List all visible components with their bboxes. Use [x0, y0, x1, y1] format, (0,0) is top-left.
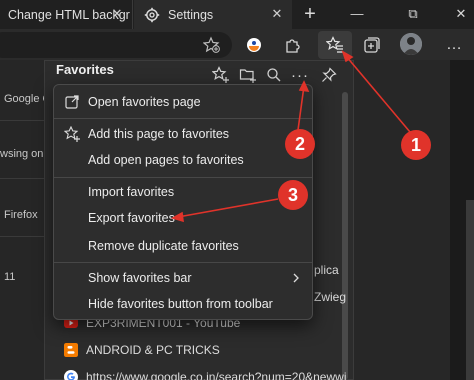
menu-item-label: Remove duplicate favorites	[88, 239, 239, 253]
list-item-label: ANDROID & PC TRICKS	[86, 343, 220, 357]
favorites-scrollbar[interactable]	[342, 92, 348, 380]
list-item[interactable]: https://www.google.co.in/search?num=20&n…	[64, 370, 347, 380]
address-bar[interactable]	[0, 32, 232, 58]
background-text: wsing on	[0, 148, 44, 160]
divider	[0, 120, 48, 121]
menu-divider	[54, 118, 312, 119]
background-text: Firefox	[4, 209, 38, 221]
divider	[0, 236, 48, 237]
restore-button[interactable]: ⧉	[404, 6, 422, 22]
menu-item-remove-duplicates[interactable]: Remove duplicate favorites	[54, 234, 312, 258]
menu-item-label: Add open pages to favorites	[88, 153, 244, 167]
menu-item-label: Add this page to favorites	[88, 127, 230, 141]
open-external-icon	[65, 95, 79, 109]
menu-item-open-favorites-page[interactable]: Open favorites page	[54, 90, 312, 114]
menu-item-add-open-pages[interactable]: Add open pages to favorites	[54, 148, 312, 172]
list-item-label: plica	[314, 263, 339, 277]
menu-item-show-favorites-bar[interactable]: Show favorites bar	[54, 266, 312, 290]
page-right-strip	[450, 60, 474, 380]
favorites-more-menu: Open favorites page Add this page to fav…	[53, 84, 313, 320]
menu-item-export-favorites[interactable]: Export favorites	[54, 206, 312, 230]
extensions-icon[interactable]	[283, 35, 303, 55]
menu-item-label: Hide favorites button from toolbar	[88, 297, 273, 311]
background-text: 11	[4, 271, 16, 283]
google-icon	[64, 370, 78, 380]
list-item[interactable]: ANDROID & PC TRICKS	[64, 343, 220, 357]
close-tab-icon[interactable]: ✕	[270, 7, 284, 21]
list-item-label: Zwieg	[314, 290, 347, 304]
close-tab-icon[interactable]: ✕	[110, 7, 124, 21]
chevron-right-icon	[293, 273, 299, 283]
annotation-badge: 1	[401, 130, 431, 160]
sidebar-search-icon[interactable]	[244, 35, 264, 55]
gear-icon	[144, 7, 160, 22]
tab-settings[interactable]: Settings ✕	[134, 0, 292, 29]
menu-item-label: Open favorites page	[88, 95, 201, 109]
divider	[0, 178, 48, 179]
profile-avatar[interactable]	[400, 33, 422, 55]
browser-toolbar: …	[0, 29, 474, 60]
more-options-icon[interactable]: ···	[291, 66, 309, 84]
menu-item-import-favorites[interactable]: Import favorites	[54, 180, 312, 204]
add-favorite-icon[interactable]	[212, 66, 230, 84]
list-item-label: https://www.google.co.in/search?num=20&n…	[86, 370, 347, 380]
page-scrollbar[interactable]	[466, 200, 474, 380]
favorites-icon[interactable]	[318, 31, 352, 59]
minimize-button[interactable]: —	[348, 6, 366, 22]
annotation-badge: 2	[285, 129, 315, 159]
new-tab-button[interactable]: +	[300, 4, 320, 24]
list-item[interactable]: Zwieg	[314, 290, 346, 304]
add-favorite-star-icon[interactable]	[202, 35, 222, 55]
menu-item-hide-favorites-button[interactable]: Hide favorites button from toolbar	[54, 292, 312, 316]
tab-bar: Change HTML backgr ✕ Settings ✕ + — ⧉ ✕	[0, 0, 474, 29]
tab-change-html-background[interactable]: Change HTML backgr ✕	[0, 0, 133, 29]
blogger-icon	[64, 343, 78, 357]
menu-item-label: Import favorites	[88, 185, 175, 199]
menu-item-label: Show favorites bar	[88, 271, 192, 285]
menu-item-label: Export favorites	[88, 211, 175, 225]
annotation-badge: 3	[278, 180, 308, 210]
favorites-title: Favorites	[56, 62, 114, 77]
pin-icon[interactable]	[320, 66, 338, 84]
more-icon[interactable]: …	[444, 35, 464, 55]
tab-title: Settings	[168, 7, 214, 22]
collections-icon[interactable]	[362, 35, 382, 55]
star-add-icon	[64, 126, 80, 142]
search-icon[interactable]	[265, 66, 283, 84]
menu-divider	[54, 177, 312, 178]
menu-divider	[54, 262, 312, 263]
menu-item-add-this-page[interactable]: Add this page to favorites	[54, 122, 312, 146]
list-item[interactable]: plica	[314, 263, 339, 277]
add-folder-icon[interactable]	[239, 66, 257, 84]
window-close-button[interactable]: ✕	[452, 6, 470, 22]
